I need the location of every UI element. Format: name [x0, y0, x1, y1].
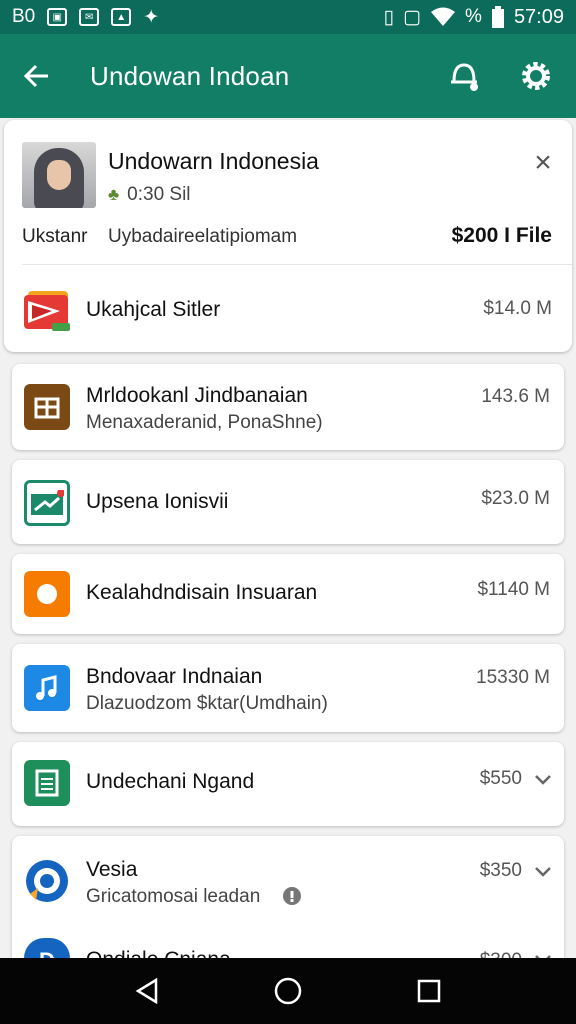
back-triangle-icon	[135, 977, 157, 1005]
stat-value: Uybadaireelatipiomam	[108, 226, 298, 247]
profile-name: Undowarn Indonesia	[108, 148, 319, 174]
location-pin-icon	[24, 858, 70, 904]
info-badge-icon	[283, 887, 301, 905]
close-icon: ×	[534, 146, 552, 179]
notification-icon	[451, 63, 478, 91]
item-sub: Gricatomosai leadan	[86, 886, 261, 907]
settings-icon	[522, 62, 550, 90]
item-label: Ondiale Cniana	[86, 948, 231, 958]
chevron-down-icon[interactable]	[534, 774, 552, 786]
chart-board-icon	[24, 480, 70, 526]
profile-card: Undowarn Indonesia ♣ 0:30 Sil × Ukstanr …	[4, 120, 572, 352]
list-item[interactable]: Upsena Ionisvii $23.0 M	[12, 460, 564, 544]
item-label: Bndovaar Indnaian	[86, 665, 263, 688]
nav-back-button[interactable]	[117, 961, 177, 1021]
list-item[interactable]: Undechani Ngand $550	[12, 742, 564, 826]
vibrate-icon: ▯	[383, 6, 395, 28]
bird-icon: ✦	[143, 6, 160, 28]
music-note-icon	[24, 665, 70, 711]
nav-recents-button[interactable]	[399, 961, 459, 1021]
battery-icon	[491, 6, 504, 28]
wifi-icon	[431, 7, 456, 26]
blue-d-icon: D	[24, 938, 70, 958]
document-icon	[24, 760, 70, 806]
notification-button[interactable]	[438, 50, 490, 102]
image-icon: ▲	[111, 8, 132, 26]
item-price: 143.6 M	[481, 386, 550, 407]
divider	[22, 264, 572, 265]
app-bar-actions	[438, 50, 576, 102]
item-label: Undechani Ngand	[86, 770, 255, 793]
stat-label: Ukstanr	[22, 226, 88, 247]
item-sub: Dlazuodzom $ktar(Umdhain)	[86, 693, 328, 714]
list-item[interactable]: Vesia Gricatomosai leadan $350 D Ondiale…	[12, 836, 564, 958]
status-right: ▯ ▢ % 57:09	[384, 6, 564, 29]
item-label: Vesia	[86, 858, 138, 881]
item-price: 15330 M	[476, 667, 550, 688]
item-label: Kealahdndisain Insuaran	[86, 581, 318, 604]
message-icon: ✉	[79, 8, 100, 26]
plant-icon: ♣	[108, 185, 120, 204]
item-label: Mrldookanl Jindbanaian	[86, 384, 308, 407]
profile-meta-text: 0:30 Sil	[127, 184, 191, 205]
nav-home-button[interactable]	[258, 961, 318, 1021]
item-price: $350	[479, 860, 522, 881]
orange-circle-icon	[24, 571, 70, 617]
list-item[interactable]: Mrldookanl Jindbanaian Menaxaderanid, Po…	[12, 364, 564, 450]
profile-meta: ♣ 0:30 Sil	[108, 184, 191, 206]
avatar	[22, 142, 96, 208]
item-label: Upsena Ionisvii	[86, 490, 229, 513]
calendar-grid-icon	[24, 384, 70, 430]
back-button[interactable]	[0, 34, 72, 118]
notification-app-icon: ▣	[47, 8, 68, 26]
app-bar: Undowan Indoan	[0, 34, 576, 118]
recents-square-icon	[418, 979, 441, 1003]
page-title: Undowan Indoan	[90, 60, 290, 91]
item-sub: Menaxaderanid, PonaShne)	[86, 412, 323, 433]
hero-label: Ukahjcal Sitler	[86, 298, 221, 321]
list-item[interactable]: Bndovaar Indnaian Dlazuodzom $ktar(Umdha…	[12, 644, 564, 732]
status-bar: B0 ▣ ✉ ▲ ✦ ▯ ▢ % 57:09	[0, 0, 576, 34]
sim-icon: ▢	[403, 6, 422, 28]
system-nav-bar	[0, 958, 576, 1024]
item-price: $300	[480, 950, 522, 958]
status-left-text: B0	[12, 6, 36, 27]
item-price: $1140 M	[477, 579, 550, 600]
home-circle-icon	[274, 977, 302, 1005]
battery-label: %	[465, 6, 482, 27]
list-item[interactable]: Kealahdndisain Insuaran $1140 M	[12, 554, 564, 634]
content-area[interactable]: Undowarn Indonesia ♣ 0:30 Sil × Ukstanr …	[0, 118, 576, 958]
hero-item[interactable]: Ukahjcal Sitler $14.0 M	[4, 270, 572, 348]
settings-button[interactable]	[510, 50, 562, 102]
play-store-icon	[24, 291, 70, 331]
hero-price: $14.0 M	[483, 298, 552, 319]
arrow-back-icon	[23, 64, 48, 88]
chevron-down-icon[interactable]	[534, 866, 552, 878]
close-button[interactable]: ×	[528, 148, 558, 178]
status-time: 57:09	[513, 5, 564, 28]
stat-total: $200 I File	[451, 224, 552, 247]
status-left: B0 ▣ ✉ ▲ ✦	[12, 6, 159, 29]
item-price: $23.0 M	[481, 488, 550, 509]
item-price: $550	[479, 768, 522, 789]
